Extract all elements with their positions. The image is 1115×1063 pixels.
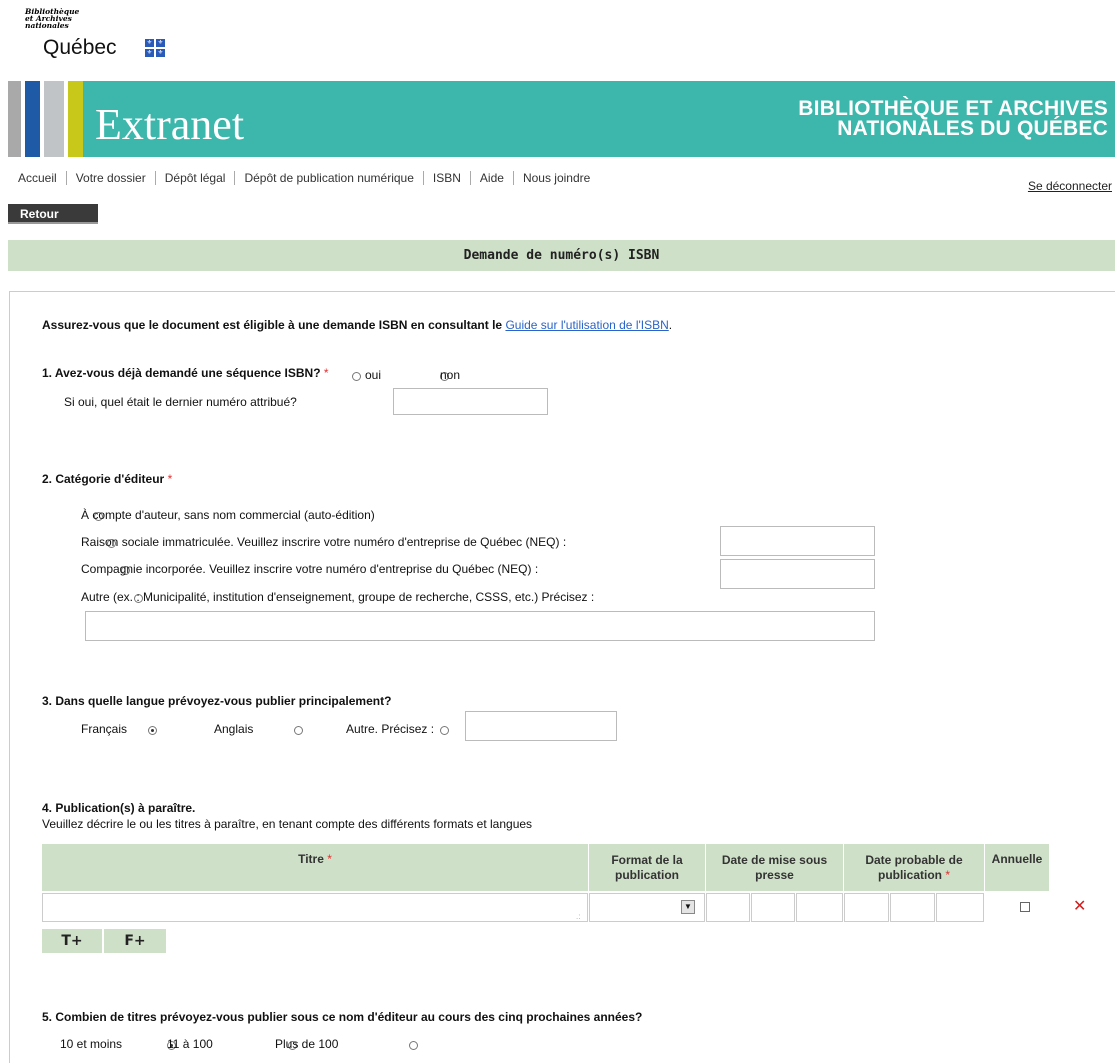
logo-line-3: nationales bbox=[25, 21, 69, 30]
q2-label-row: 2. Catégorie d'éditeur * bbox=[42, 472, 172, 486]
banner-stripe-gray bbox=[8, 81, 21, 157]
intro-label: Assurez-vous que le document est éligibl… bbox=[42, 318, 503, 332]
pub-date-day-input[interactable] bbox=[844, 893, 889, 922]
q5-option-plus-de-100: Plus de 100 bbox=[275, 1037, 339, 1051]
col-pub-line-2: publication bbox=[877, 867, 942, 882]
q1-required-mark: * bbox=[323, 366, 329, 380]
banner-org-line-2: NATIONALES DU QUÉBEC bbox=[837, 117, 1108, 140]
q1-option-non: non bbox=[440, 368, 461, 382]
nav-item-depot-legal[interactable]: Dépôt légal bbox=[154, 171, 235, 185]
banner-org-name: BIBLIOTHÈQUE ET ARCHIVES NATIONALES DU Q… bbox=[798, 97, 1108, 140]
nav-item-nous-joindre[interactable]: Nous joindre bbox=[512, 171, 599, 185]
pub-date-month-input[interactable] bbox=[890, 893, 935, 922]
col-presse-line-2: presse bbox=[755, 867, 794, 882]
logout-link[interactable]: Se déconnecter bbox=[1028, 179, 1112, 193]
logo-wordmark: Québec bbox=[43, 36, 117, 59]
section-title: Demande de numéro(s) ISBN bbox=[8, 240, 1115, 271]
neq-raison-sociale-input[interactable] bbox=[720, 526, 875, 556]
col-pub-required: * bbox=[945, 867, 950, 882]
q2-option-autre: Autre (ex. : Municipalité, institution d… bbox=[81, 590, 595, 604]
fleur-de-lis-icon: ⚜ ⚜ ⚜ ⚜ bbox=[145, 39, 165, 57]
banner-stripe-yellow bbox=[68, 81, 83, 157]
q5-label: 5. Combien de titres prévoyez-vous publi… bbox=[42, 1010, 643, 1024]
q2-required-mark: * bbox=[167, 472, 173, 486]
press-date-day-input[interactable] bbox=[706, 893, 750, 922]
col-header-date-presse: Date de mise sous presse bbox=[706, 844, 843, 891]
col-presse-line-1: Date de mise sous bbox=[721, 852, 828, 867]
neq-compagnie-input[interactable] bbox=[720, 559, 875, 589]
annual-checkbox[interactable] bbox=[1020, 902, 1030, 912]
q2-label: 2. Catégorie d'éditeur bbox=[42, 472, 165, 486]
press-date-month-input[interactable] bbox=[751, 893, 795, 922]
q3-radio-autre[interactable] bbox=[439, 726, 449, 736]
delete-row-icon[interactable]: ✕ bbox=[1073, 899, 1086, 915]
q1-label: 1. Avez-vous déjà demandé une séquence I… bbox=[42, 366, 321, 380]
logo-text-small: Bibliothèque et Archives nationales bbox=[25, 8, 79, 30]
q3-radio-francais[interactable] bbox=[147, 726, 157, 736]
autre-editeur-input[interactable] bbox=[85, 611, 875, 641]
main-nav: Accueil Votre dossier Dépôt légal Dépôt … bbox=[10, 171, 599, 185]
intro-text: Assurez-vous que le document est éligibl… bbox=[42, 318, 672, 332]
banner-title: Extranet bbox=[95, 100, 245, 149]
intro-end: . bbox=[668, 318, 673, 332]
q5-option-11-a-100: 11 à 100 bbox=[167, 1037, 213, 1051]
q3-option-autre: Autre. Précisez : bbox=[346, 722, 435, 736]
q1-label-row: 1. Avez-vous déjà demandé une séquence I… bbox=[42, 366, 329, 380]
add-title-button[interactable]: T+ bbox=[42, 929, 102, 953]
col-format-line-2: publication bbox=[615, 867, 679, 882]
q3-label: 3. Dans quelle langue prévoyez-vous publ… bbox=[42, 694, 392, 708]
pub-date-year-input[interactable] bbox=[936, 893, 984, 922]
press-date-year-input[interactable] bbox=[796, 893, 843, 922]
q3-option-anglais: Anglais bbox=[214, 722, 254, 736]
q1-option-oui: oui bbox=[365, 368, 382, 382]
col-header-titre: Titre * bbox=[42, 844, 588, 891]
col-header-date-publication: Date probable de publication * bbox=[844, 844, 984, 891]
q2-option-raison-sociale: Raison sociale immatriculée. Veuillez in… bbox=[81, 535, 567, 549]
isbn-guide-link[interactable]: Guide sur l'utilisation de l'ISBN bbox=[505, 318, 668, 332]
col-pub-line-1: Date probable de bbox=[865, 852, 963, 867]
nav-item-aide[interactable]: Aide bbox=[469, 171, 513, 185]
col-header-format: Format de la publication bbox=[589, 844, 705, 891]
add-format-button[interactable]: F+ bbox=[104, 929, 166, 953]
q1-sub-label: Si oui, quel était le dernier numéro att… bbox=[64, 395, 297, 409]
q2-option-auto-edition: À compte d'auteur, sans nom commercial (… bbox=[81, 508, 375, 522]
resize-grip-icon: .: bbox=[576, 912, 581, 921]
col-format-line-1: Format de la bbox=[611, 852, 683, 867]
title-textarea[interactable] bbox=[42, 893, 588, 922]
nav-item-votre-dossier[interactable]: Votre dossier bbox=[65, 171, 155, 185]
col-header-annuelle: Annuelle bbox=[985, 844, 1049, 891]
q3-autre-langue-input[interactable] bbox=[465, 711, 617, 741]
q4-label: 4. Publication(s) à paraître. bbox=[42, 801, 196, 815]
col-titre-required: * bbox=[327, 852, 332, 866]
col-titre-label: Titre bbox=[298, 852, 324, 866]
banner-stripe-blue bbox=[25, 81, 40, 157]
q2-option-compagnie: Compagnie incorporée. Veuillez inscrire … bbox=[81, 562, 539, 576]
nav-item-isbn[interactable]: ISBN bbox=[422, 171, 470, 185]
back-button[interactable]: Retour bbox=[8, 204, 98, 224]
last-isbn-number-input[interactable] bbox=[393, 388, 548, 415]
nav-item-depot-publication-numerique[interactable]: Dépôt de publication numérique bbox=[234, 171, 422, 185]
header-banner: Extranet BIBLIOTHÈQUE ET ARCHIVES NATION… bbox=[8, 81, 1115, 157]
chevron-down-icon[interactable]: ▼ bbox=[681, 900, 695, 914]
q4-description: Veuillez décrire le ou les titres à para… bbox=[42, 817, 533, 831]
banner-org-line-1: BIBLIOTHÈQUE ET ARCHIVES bbox=[798, 97, 1108, 120]
q3-option-francais: Français bbox=[81, 722, 128, 736]
nav-item-accueil[interactable]: Accueil bbox=[10, 171, 66, 185]
q5-option-10-et-moins: 10 et moins bbox=[60, 1037, 123, 1051]
banner-stripe-light bbox=[44, 81, 64, 157]
